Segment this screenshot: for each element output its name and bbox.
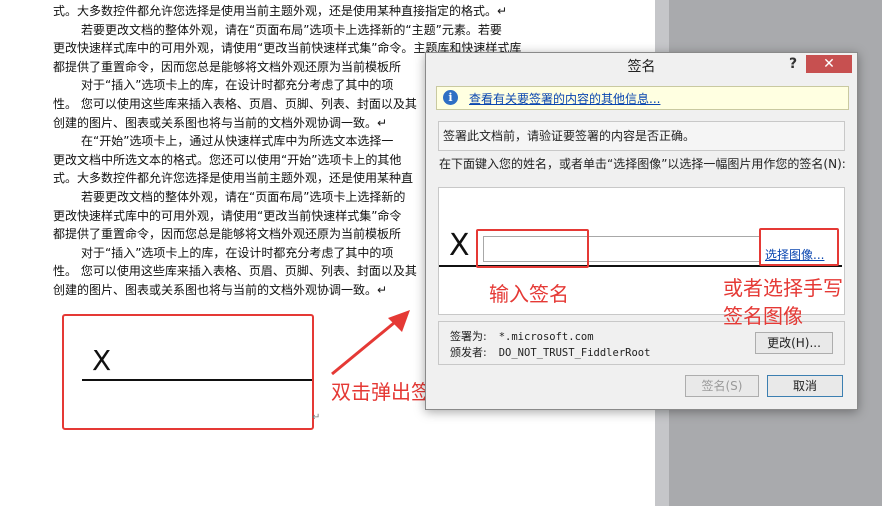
cancel-button[interactable]: 取消 <box>767 375 843 397</box>
signature-x-mark: X <box>449 228 470 263</box>
paragraph-mark: ↵ <box>312 412 321 423</box>
info-bar: i 查看有关要签署的内容的其他信息... <box>436 86 849 110</box>
annotation-or-select-line2: 签名图像 <box>723 304 803 328</box>
document-line: 若要更改文档的整体外观，请在“页面布局”选项卡上选择新的“主题”元素。若要 <box>81 22 502 37</box>
signer-row: 签署为: *.microsoft.com <box>450 328 594 344</box>
verify-message-box: 签署此文档前，请验证要签署的内容是否正确。 <box>438 121 845 151</box>
annotation-arrow <box>331 310 410 376</box>
signature-line-placeholder[interactable]: X <box>62 314 314 430</box>
annotation-enter-signature: 输入签名 <box>489 282 569 306</box>
signer-value: *.microsoft.com <box>498 331 594 343</box>
verify-message: 签署此文档前，请验证要签署的内容是否正确。 <box>443 129 696 143</box>
highlight-select-image <box>759 228 839 266</box>
close-button[interactable]: ✕ <box>806 55 852 73</box>
signature-underline <box>82 379 312 381</box>
signature-x-mark: X <box>92 344 112 377</box>
help-icon[interactable]: ? <box>785 55 801 73</box>
signer-label: 签署为: <box>450 330 487 343</box>
document-line: 式。大多数控件都允许您选择是使用当前主题外观，还是使用某种直接指定的格式。↵ <box>53 4 508 18</box>
more-info-link[interactable]: 查看有关要签署的内容的其他信息... <box>469 90 660 107</box>
change-button[interactable]: 更改(H)... <box>755 332 833 354</box>
highlight-signature-input <box>476 229 589 268</box>
issuer-row: 颁发者: DO_NOT_TRUST_FiddlerRoot <box>450 344 650 360</box>
issuer-value: DO_NOT_TRUST_FiddlerRoot <box>498 347 651 359</box>
sign-button[interactable]: 签名(S) <box>685 375 759 397</box>
enter-name-instruction: 在下面键入您的姓名，或者单击“选择图像”以选择一幅图片用作您的签名(N): <box>439 157 846 171</box>
issuer-label: 颁发者: <box>450 346 487 359</box>
annotation-or-select-line1: 或者选择手写 <box>723 276 843 300</box>
info-icon: i <box>443 90 458 105</box>
